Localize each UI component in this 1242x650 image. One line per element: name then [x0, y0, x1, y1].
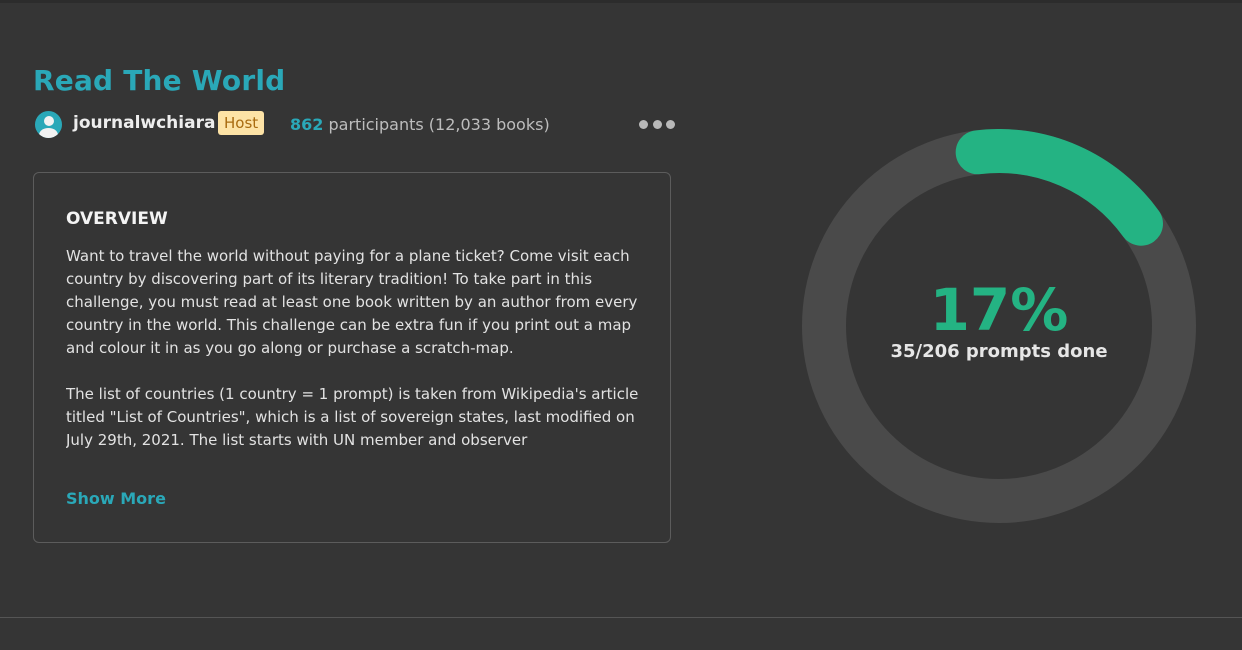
participants-count: 862	[290, 115, 324, 134]
top-divider	[0, 0, 1242, 3]
overview-paragraph: The list of countries (1 country = 1 pro…	[66, 385, 639, 449]
more-options-icon[interactable]	[639, 114, 675, 134]
user-avatar-icon[interactable]	[35, 111, 62, 138]
overview-paragraph: Want to travel the world without paying …	[66, 247, 638, 357]
show-more-link[interactable]: Show More	[66, 489, 166, 508]
overview-body: Want to travel the world without paying …	[66, 245, 646, 471]
challenge-title: Read The World	[33, 64, 286, 97]
participants-link[interactable]: 862 participants (12,033 books)	[290, 115, 550, 134]
participants-label: participants (12,033 books)	[328, 115, 550, 134]
overview-card: OVERVIEW Want to travel the world withou…	[33, 172, 671, 543]
host-username-link[interactable]: journalwchiara	[73, 113, 215, 133]
progress-text: 17% 35/206 prompts done	[802, 277, 1196, 362]
bottom-divider	[0, 617, 1242, 618]
overview-heading: OVERVIEW	[66, 209, 168, 229]
challenge-meta: journalwchiara Host 862 participants (12…	[33, 110, 675, 140]
progress-percent: 17%	[929, 276, 1069, 344]
progress-ring: 17% 35/206 prompts done	[802, 129, 1196, 523]
host-badge: Host	[218, 111, 265, 135]
prompts-done-label: 35/206 prompts done	[890, 341, 1108, 362]
